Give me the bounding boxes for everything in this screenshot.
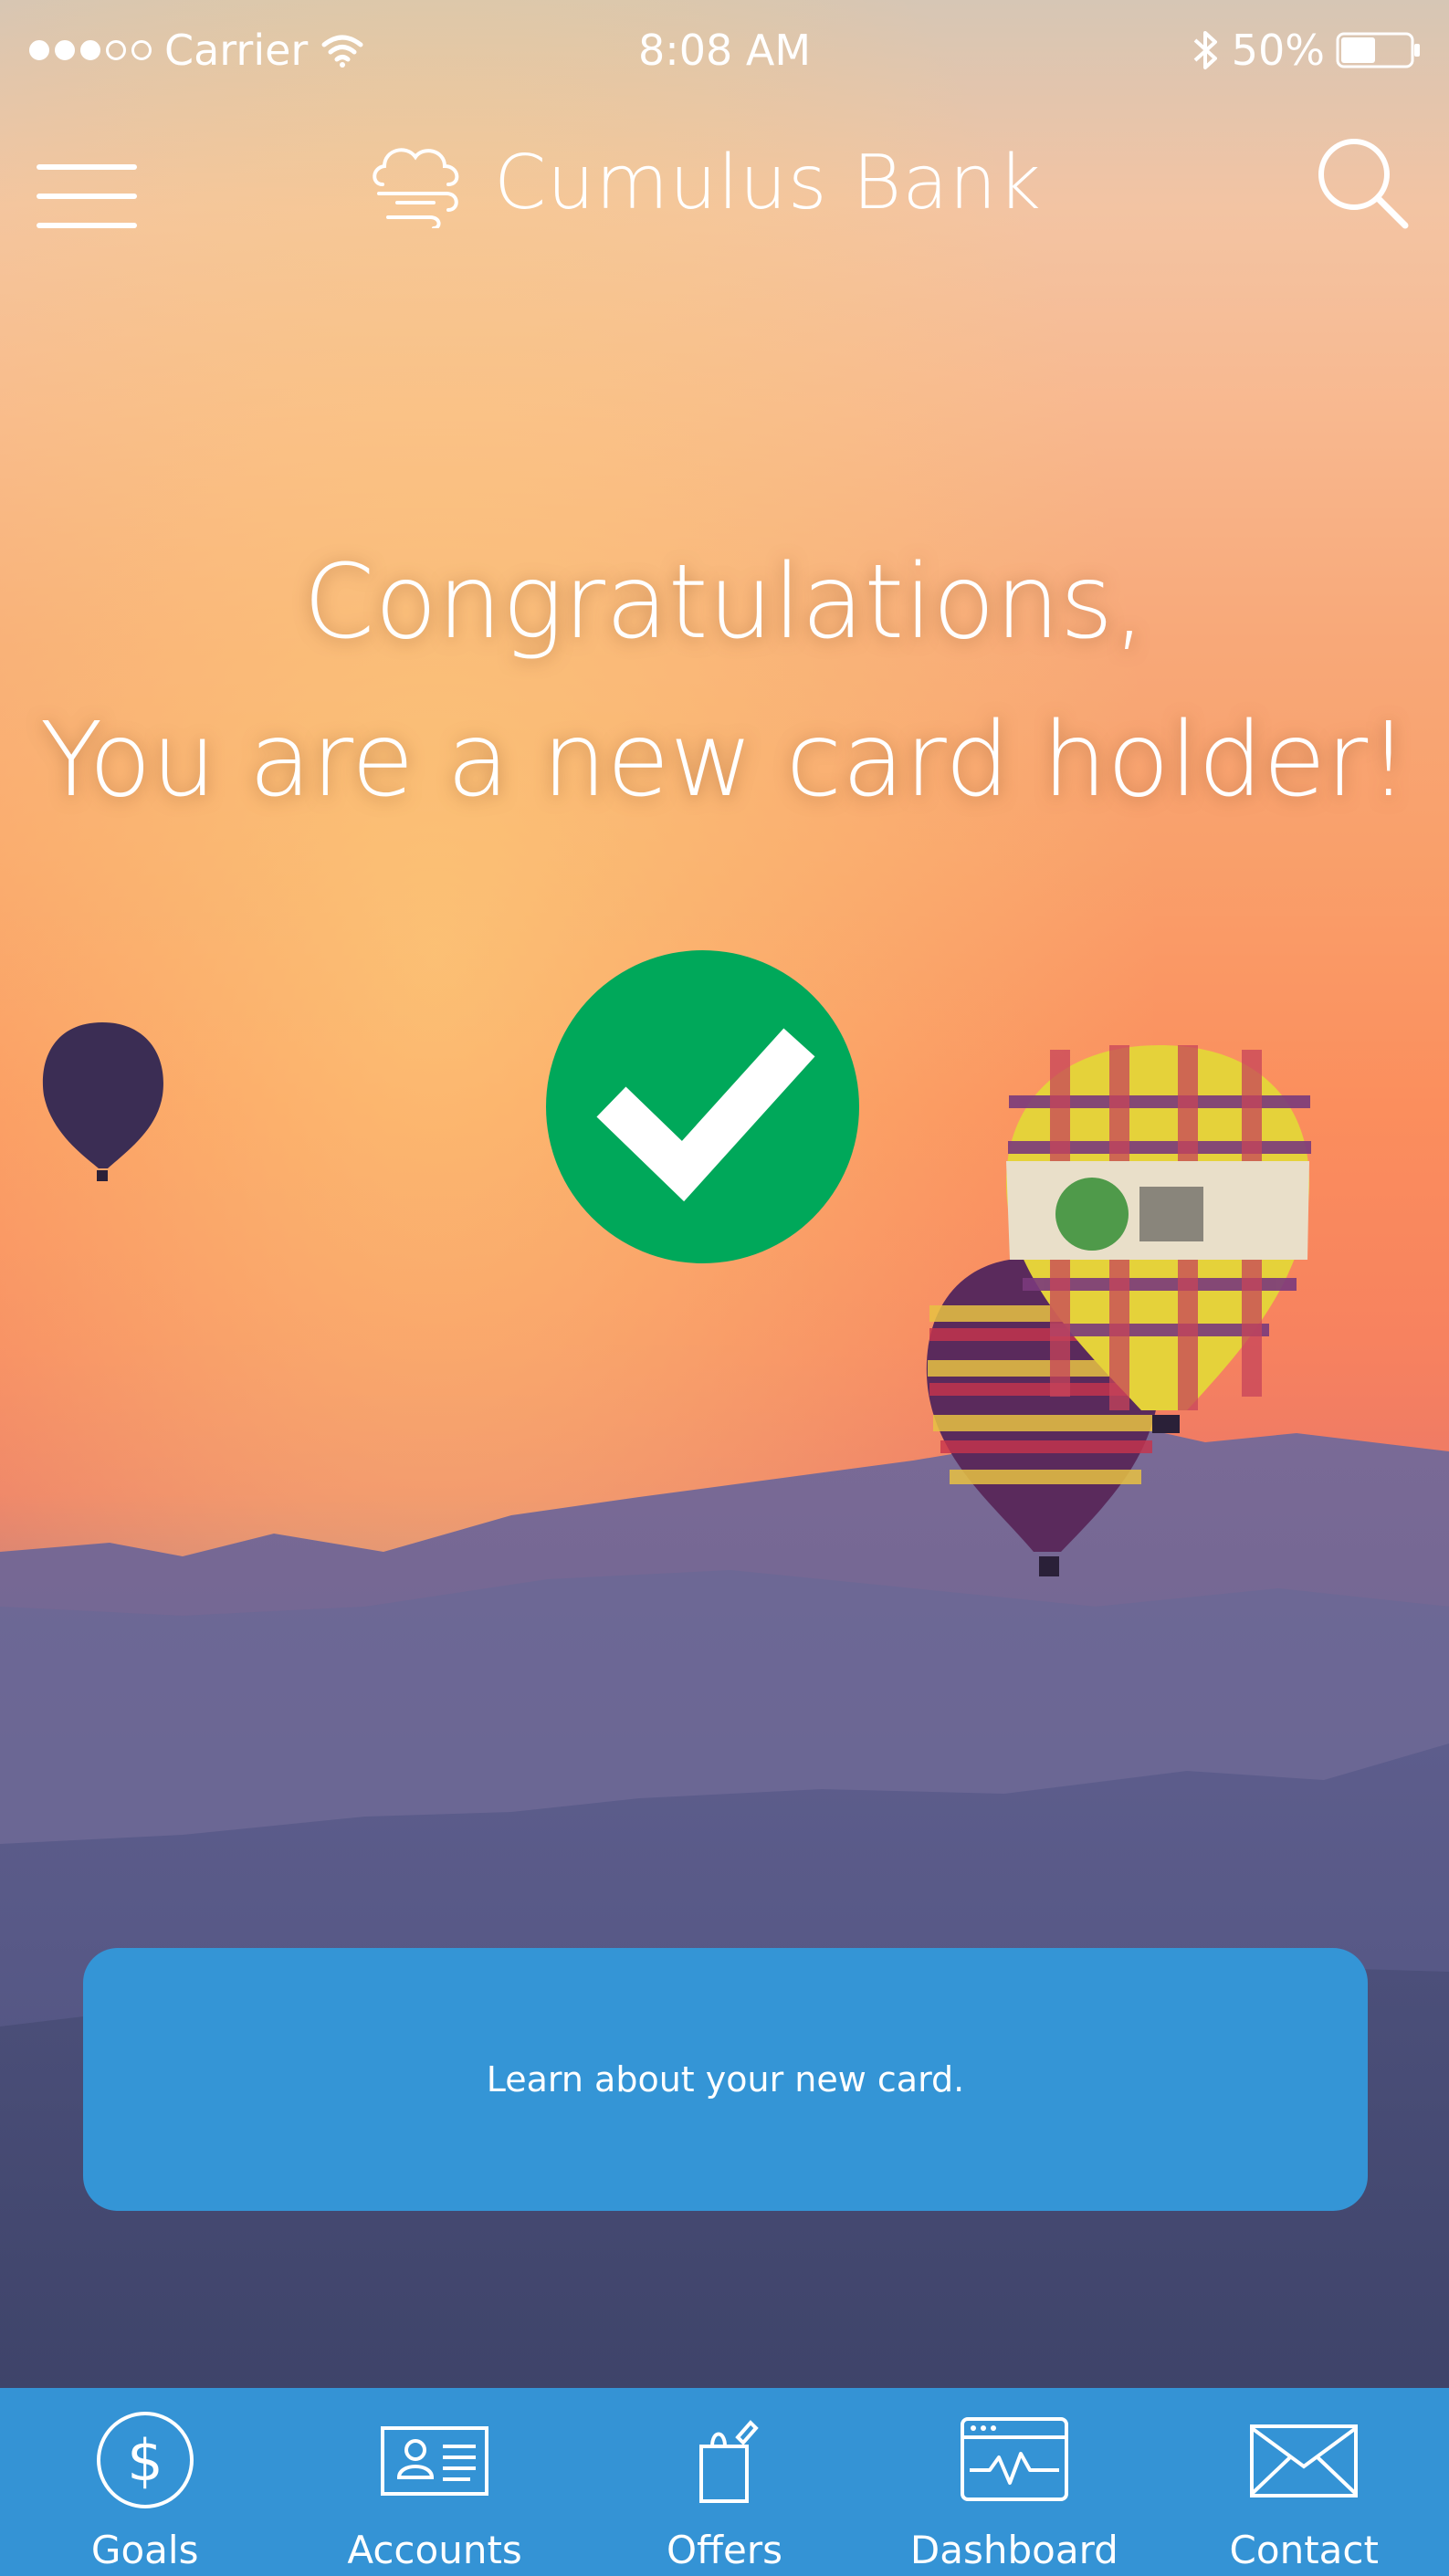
envelope-icon	[1250, 2424, 1359, 2497]
tab-contact[interactable]: Contact	[1160, 2388, 1449, 2576]
bluetooth-icon	[1193, 31, 1217, 69]
battery-percent: 50%	[1231, 26, 1325, 75]
tab-label: Dashboard	[909, 2528, 1118, 2572]
congrats-subheading: You are a new card holder!	[39, 701, 1410, 820]
learn-card-button[interactable]: Learn about your new card.	[83, 1948, 1368, 2211]
id-card-icon	[381, 2426, 489, 2496]
success-badge	[546, 950, 859, 1263]
learn-card-label: Learn about your new card.	[486, 2059, 965, 2100]
tab-accounts[interactable]: Accounts	[289, 2388, 579, 2576]
checkmark-icon	[596, 1028, 815, 1202]
hamburger-icon	[37, 223, 137, 228]
battery-icon	[1336, 32, 1420, 68]
dollar-circle-icon: $	[96, 2412, 194, 2508]
tab-goals[interactable]: $ Goals	[0, 2388, 289, 2576]
congrats-heading: Congratulations,	[303, 543, 1146, 662]
bottom-tab-bar: $ Goals Accounts Offers Dashboard Contac…	[0, 2388, 1449, 2576]
search-button[interactable]	[1312, 132, 1412, 233]
status-right: 50%	[1192, 26, 1422, 75]
brand-name: Cumulus Bank	[494, 139, 1043, 226]
tab-label: Offers	[666, 2528, 782, 2572]
dashboard-chart-icon	[960, 2417, 1068, 2501]
app-header: Cumulus Bank	[0, 119, 1449, 246]
tab-label: Contact	[1229, 2528, 1379, 2572]
tab-label: Accounts	[347, 2528, 522, 2572]
tab-dashboard[interactable]: Dashboard	[869, 2388, 1159, 2576]
search-icon	[1318, 139, 1409, 229]
app-screen: Carrier 8:08 AM 50% Cumulus Bank Congrat…	[0, 0, 1449, 2576]
hamburger-icon	[37, 164, 137, 170]
menu-button[interactable]	[37, 142, 137, 228]
tab-offers[interactable]: Offers	[580, 2388, 869, 2576]
cloud-wind-icon	[373, 148, 459, 228]
gift-bag-icon	[699, 2420, 760, 2503]
tab-label: Goals	[90, 2528, 199, 2572]
svg-text:$: $	[127, 2427, 163, 2494]
status-bar: Carrier 8:08 AM 50%	[0, 0, 1449, 100]
hamburger-icon	[37, 194, 137, 199]
brand-logo: Cumulus Bank	[370, 137, 1042, 228]
